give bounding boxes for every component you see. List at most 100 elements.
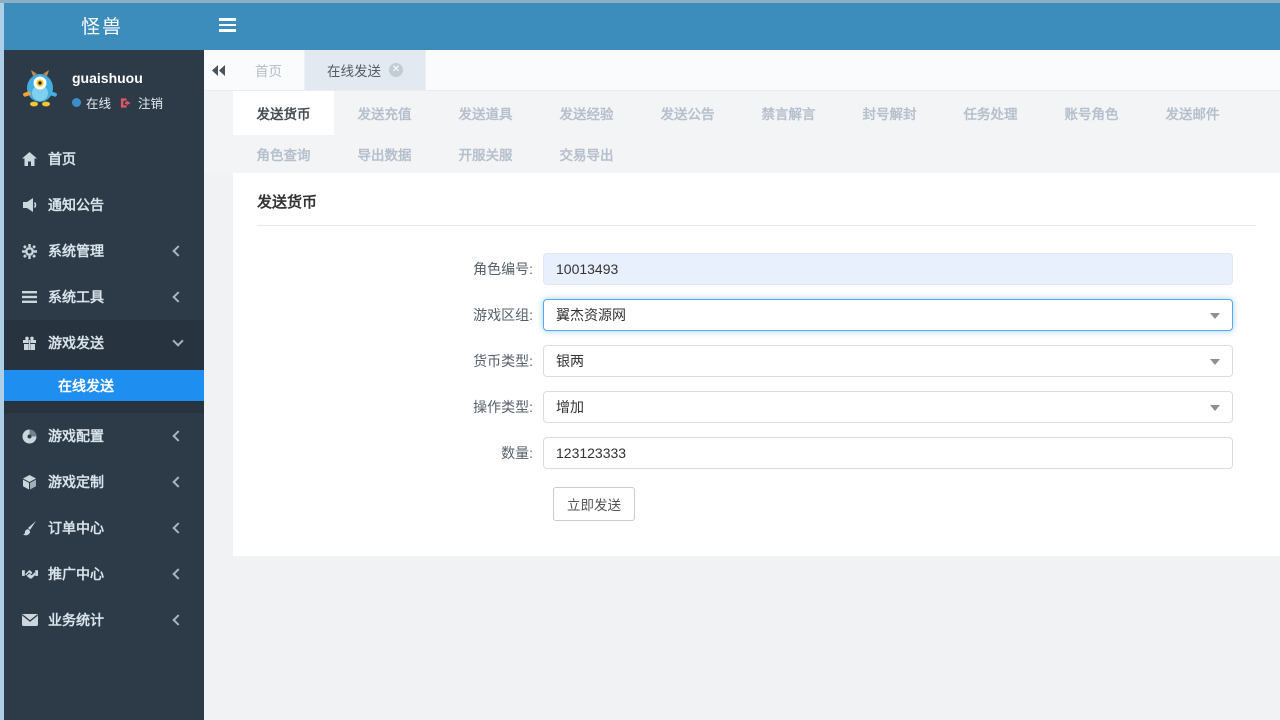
sidebar-item-promo-center[interactable]: 推广中心	[0, 551, 204, 597]
subtab-trade-export[interactable]: 交易导出	[536, 135, 637, 173]
chevron-left-icon	[172, 291, 184, 303]
cube-icon	[22, 474, 38, 490]
subtab-task-handle[interactable]: 任务处理	[940, 91, 1041, 135]
sidebar-item-label: 系统工具	[48, 289, 104, 305]
sidebar-item-game-send[interactable]: 游戏发送	[0, 320, 204, 366]
dropdown-caret-icon	[1210, 405, 1220, 411]
subtab-send-currency[interactable]: 发送货币	[233, 91, 334, 135]
role-id-value: 10013493	[556, 261, 619, 277]
subtab-label: 任务处理	[963, 107, 1018, 122]
online-status-icon	[72, 98, 81, 107]
sidebar-item-label: 订单中心	[48, 520, 104, 536]
tab-close-icon[interactable]: ✕	[389, 63, 403, 77]
envelope-icon	[22, 613, 38, 628]
top-navbar	[204, 0, 1280, 50]
dashboard-icon	[22, 428, 38, 444]
sidebar-item-label: 系统管理	[48, 243, 104, 259]
username: guaishuou	[72, 70, 143, 86]
subtab-send-exp[interactable]: 发送经验	[536, 91, 637, 135]
form-row-quantity: 数量: 123123333	[257, 437, 1256, 469]
subtab-label: 交易导出	[559, 148, 614, 163]
chevron-left-icon	[172, 245, 184, 257]
page-tab-online-send[interactable]: 在线发送 ✕	[305, 50, 426, 90]
subtab-label: 发送经验	[559, 107, 614, 122]
function-subtabs: 发送货币 发送充值 发送道具 发送经验 发送公告 禁言解言 封号解封 任务处理 …	[204, 90, 1280, 173]
brand-title: 怪兽	[80, 16, 123, 38]
sidebar-item-system-tools[interactable]: 系统工具	[0, 274, 204, 320]
sidebar-item-biz-stats[interactable]: 业务统计	[0, 597, 204, 643]
subtab-label: 角色查询	[256, 148, 311, 163]
role-id-label: 角色编号:	[473, 261, 533, 277]
subtab-label: 发送公告	[660, 107, 715, 122]
page-tab-label: 首页	[255, 64, 282, 79]
subtab-send-announce[interactable]: 发送公告	[637, 91, 738, 135]
server-group-value: 翼杰资源网	[556, 307, 626, 323]
avatar	[23, 70, 57, 107]
dropdown-caret-icon	[1210, 313, 1220, 319]
sidebar-toggle-button[interactable]	[204, 0, 250, 50]
subtab-export-data[interactable]: 导出数据	[334, 135, 435, 173]
subtab-truncated[interactable]: 生	[1243, 91, 1280, 135]
subtab-label: 发送道具	[458, 107, 513, 122]
chevron-left-icon	[172, 430, 184, 442]
page-tab-home[interactable]: 首页	[233, 50, 305, 90]
gift-icon	[22, 336, 38, 351]
send-currency-panel: 发送货币 角色编号: 10013493 游戏区组: 翼杰资源网 货币类型: 银两	[233, 173, 1280, 556]
currency-type-select[interactable]: 银两	[543, 345, 1233, 377]
window-top-strip	[0, 0, 1280, 3]
sidebar-subitem-label: 在线发送	[58, 377, 114, 394]
user-panel: guaishuou 在线 注销	[0, 50, 204, 126]
hamburger-icon	[218, 15, 236, 35]
sidebar-item-system-manage[interactable]: 系统管理	[0, 228, 204, 274]
operation-type-select[interactable]: 增加	[543, 391, 1233, 423]
logout-link[interactable]: 注销	[138, 93, 163, 112]
home-icon	[22, 152, 38, 167]
form-row-currency-type: 货币类型: 银两	[257, 345, 1256, 377]
game-send-submenu: 在线发送	[0, 366, 204, 413]
subtab-account-role[interactable]: 账号角色	[1041, 91, 1142, 135]
send-now-button[interactable]: 立即发送	[553, 487, 635, 521]
sidebar-item-label: 业务统计	[48, 612, 104, 628]
sidebar-subitem-online-send[interactable]: 在线发送	[0, 370, 204, 401]
send-currency-form: 角色编号: 10013493 游戏区组: 翼杰资源网 货币类型: 银两 操作类型…	[257, 253, 1256, 521]
subtab-send-recharge[interactable]: 发送充值	[334, 91, 435, 135]
server-group-select[interactable]: 翼杰资源网	[543, 299, 1233, 331]
quantity-input[interactable]: 123123333	[543, 437, 1233, 469]
bars-icon	[22, 290, 38, 305]
subtab-label: 封号解封	[862, 107, 917, 122]
sidebar-item-order-center[interactable]: 订单中心	[0, 505, 204, 551]
subtab-open-close-server[interactable]: 开服关服	[435, 135, 536, 173]
subtab-mute-unmute[interactable]: 禁言解言	[738, 91, 839, 135]
brand-logo[interactable]: 怪兽	[0, 0, 204, 50]
tabs-scroll-back-button[interactable]	[204, 50, 233, 90]
subtab-label: 禁言解言	[761, 107, 816, 122]
subtab-send-mail[interactable]: 发送邮件	[1142, 91, 1243, 135]
subtab-role-query[interactable]: 角色查询	[233, 135, 334, 173]
sidebar: 怪兽 guaishuou 在线 注销 首页 通知公告 系统管理 系统工具 游戏发…	[0, 0, 204, 720]
form-row-role-id: 角色编号: 10013493	[257, 253, 1256, 285]
chevron-left-icon	[172, 522, 184, 534]
page-tab-label: 在线发送	[327, 64, 381, 79]
form-row-server-group: 游戏区组: 翼杰资源网	[257, 299, 1256, 331]
subtab-label: 发送货币	[256, 107, 311, 122]
subtab-send-item[interactable]: 发送道具	[435, 91, 536, 135]
sidebar-item-game-custom[interactable]: 游戏定制	[0, 459, 204, 505]
sidebar-item-game-config[interactable]: 游戏配置	[0, 413, 204, 459]
currency-type-value: 银两	[556, 353, 584, 369]
sidebar-accent-strip	[0, 0, 4, 720]
operation-type-label: 操作类型:	[473, 399, 533, 415]
subtab-spacer	[204, 135, 233, 173]
server-group-label: 游戏区组:	[473, 307, 533, 323]
subtab-label: 导出数据	[357, 148, 412, 163]
subtab-label: 开服关服	[458, 148, 513, 163]
sidebar-item-label: 通知公告	[48, 197, 104, 213]
gear-icon	[22, 243, 38, 259]
chevron-down-icon	[172, 335, 184, 347]
sidebar-item-home[interactable]: 首页	[0, 136, 204, 182]
subtab-label: 发送邮件	[1165, 107, 1220, 122]
role-id-input[interactable]: 10013493	[543, 253, 1233, 285]
sidebar-item-label: 推广中心	[48, 566, 104, 582]
sign-out-icon	[120, 97, 131, 108]
sidebar-item-notice[interactable]: 通知公告	[0, 182, 204, 228]
subtab-ban-unban[interactable]: 封号解封	[839, 91, 940, 135]
